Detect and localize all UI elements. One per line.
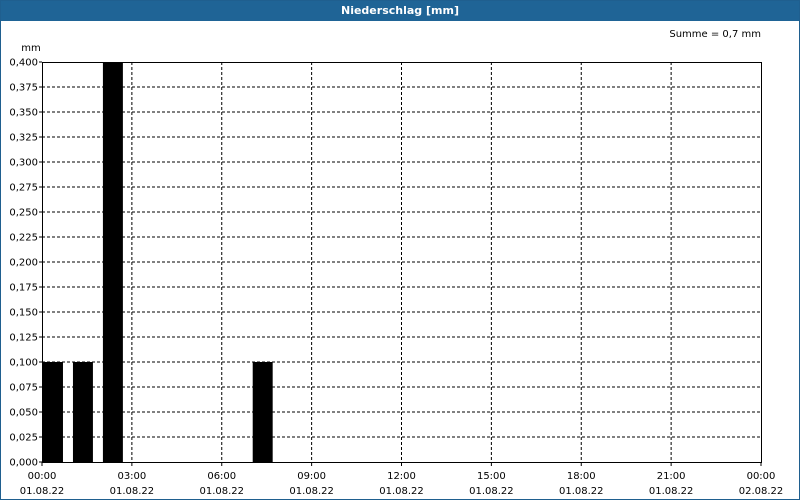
- sum-annotation: Summe = 0,7 mm: [669, 29, 761, 40]
- x-tick-time-label: 00:00: [28, 471, 57, 482]
- y-tick-label: 0,025: [9, 433, 38, 444]
- precipitation-chart: mm Summe = 0,7 mm 0,0000,0250,0500,0750,…: [9, 29, 784, 497]
- precipitation-bar: [43, 362, 63, 462]
- y-tick-label: 0,400: [9, 58, 38, 69]
- x-tick-time-label: 06:00: [207, 471, 236, 482]
- x-tick-time-label: 15:00: [477, 471, 506, 482]
- chart-window: Niederschlag [mm] mm Summe = 0,7 mm 0,00…: [0, 0, 800, 500]
- y-tick-label: 0,350: [9, 108, 38, 119]
- precipitation-bar: [72, 362, 93, 462]
- y-tick-label: 0,375: [9, 83, 38, 94]
- x-tick-time-label: 12:00: [387, 471, 416, 482]
- x-tick-time-label: 03:00: [117, 471, 146, 482]
- y-tick-label: 0,100: [9, 358, 38, 369]
- x-tick-time-label: 09:00: [297, 471, 326, 482]
- y-tick-label: 0,250: [9, 208, 38, 219]
- x-tick-date-label: 02.08.22: [739, 486, 784, 497]
- x-tick-time-label: 18:00: [567, 471, 596, 482]
- y-tick-label: 0,200: [9, 258, 38, 269]
- y-tick-label: 0,275: [9, 183, 38, 194]
- x-tick-date-label: 01.08.22: [20, 486, 65, 497]
- y-tick-label: 0,050: [9, 408, 38, 419]
- y-tick-label: 0,175: [9, 283, 38, 294]
- grid-lines: [42, 62, 761, 462]
- x-tick-date-label: 01.08.22: [649, 486, 694, 497]
- x-tick-date-label: 01.08.22: [379, 486, 424, 497]
- y-tick-label: 0,325: [9, 133, 38, 144]
- chart-title: Niederschlag [mm]: [1, 1, 799, 22]
- x-tick-time-label: 00:00: [747, 471, 776, 482]
- y-tick-label: 0,225: [9, 233, 38, 244]
- x-tick-time-label: 21:00: [657, 471, 686, 482]
- precipitation-bar: [252, 362, 273, 462]
- x-tick-date-label: 01.08.22: [289, 486, 334, 497]
- x-tick-date-label: 01.08.22: [469, 486, 514, 497]
- y-axis-unit: mm: [21, 43, 40, 54]
- x-tick-date-label: 01.08.22: [199, 486, 244, 497]
- y-tick-label: 0,000: [9, 458, 38, 469]
- y-tick-label: 0,150: [9, 308, 38, 319]
- y-tick-label: 0,125: [9, 333, 38, 344]
- precipitation-bar: [102, 62, 123, 462]
- x-axis-ticks: 00:00 01.08.22 03:00 01.08.22 06:00 01.08.22 0…: [20, 462, 784, 497]
- y-tick-label: 0,075: [9, 383, 38, 394]
- chart-area: mm Summe = 0,7 mm 0,000 0,025 0,050 0,075 0,…: [1, 22, 799, 499]
- x-tick-date-label: 01.08.22: [559, 486, 604, 497]
- y-tick-label: 0,300: [9, 158, 38, 169]
- y-axis-ticks: 0,000 0,025 0,050 0,075 0,100 0,125 0,150 0,175…: [9, 58, 42, 469]
- x-tick-date-label: 01.08.22: [110, 486, 155, 497]
